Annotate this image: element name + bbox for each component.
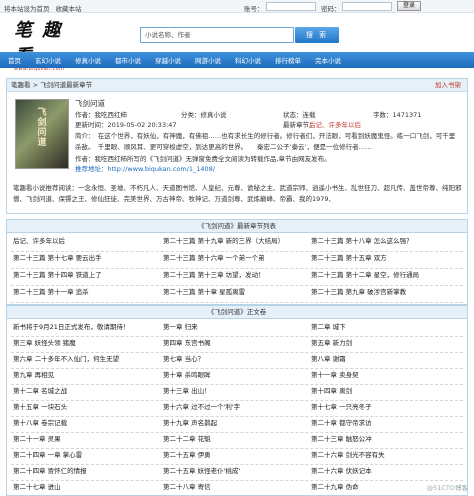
book-update-row: 更新时间：2019-05-02 20:33:47 最新章节： 后记、许多年以后 [75,120,461,131]
chapter-link[interactable]: 第八章 谢霜 [311,353,457,365]
chapter-link[interactable]: 第二十四章 贾怀仁的情报 [13,465,159,477]
chapter-link[interactable]: 第二十七章 进山 [13,481,159,493]
breadcrumb-home[interactable]: 笔趣看 [11,81,31,89]
account-input[interactable] [266,2,316,11]
nav-item-home[interactable]: 首页 [0,55,27,65]
search-input[interactable]: 小说名称、作者 [140,27,294,43]
search-button[interactable]: 搜 索 [295,27,339,43]
book-cover[interactable]: 飞剑问道 [15,99,69,169]
book-category: 分类：修真小说 [181,110,227,119]
account-label: 账号： [244,5,264,13]
chapter-link[interactable]: 第六章 二十多年不入仙门，何生无望 [13,353,159,365]
chapter-link[interactable]: 第二十六章 伏妖记本 [311,465,457,477]
set-homepage-link[interactable]: 将本站设为首页 [4,5,50,13]
add-favorite-link[interactable]: 收藏本站 [56,5,82,13]
nav-item-ranking[interactable]: 排行榜单 [267,55,307,65]
nav-item-wangyou[interactable]: 网游小说 [187,55,227,65]
book-info-panel: 笔趣看 > 飞剑问道最新章节 加入书架 飞剑问道 飞剑问道 作者：我吃西红柿 分… [6,78,468,214]
nav-item-chuanyue[interactable]: 穿越小说 [147,55,187,65]
chapter-link[interactable]: 后记、许多年以后 [13,235,159,247]
chapter-link[interactable]: 第二十三篇 第十七章 要云出手 [13,252,159,264]
chapter-link[interactable]: 第十三章 出山！ [163,385,309,397]
top-links: 将本站设为首页 收藏本站 [4,3,88,13]
latest-chapter-link[interactable]: 后记、许多年以后 [309,120,361,131]
chapter-link[interactable]: 第二十六章 剑光不容有失 [311,449,457,461]
login-button[interactable]: 登录 [397,1,421,11]
chapter-link[interactable]: 第二十八章 寄信 [163,481,309,493]
nav-item-xiuzhen[interactable]: 修真小说 [67,55,107,65]
watermark: @51CTO博客 [426,484,468,492]
book-recommend-url[interactable]: 推荐地址：http://www.biqukan.com/1_1408/ [75,164,461,175]
header: 笔 趣 看 www.biqukan.com 小说名称、作者 搜 索 [0,13,474,72]
chapter-link[interactable]: 第九章 再相见 [13,369,159,381]
cover-title: 飞剑问道 [37,108,47,148]
book-status: 状态：连载 [283,110,316,119]
chapter-link[interactable]: 第五章 新力剑 [311,337,457,349]
chapter-link[interactable]: 第二十章 都守帝求访 [311,417,457,429]
row-divider [11,302,463,303]
book-author: 作者：我吃西红柿 [75,110,127,119]
chapter-link[interactable]: 第四章 东宫书阁 [163,337,309,349]
chapter-link[interactable]: 第二十五章 妖怪老仆'桃成' [163,465,309,477]
chapter-link[interactable]: 第二十三篇 第十三章 坊望，发动！ [163,269,309,281]
main-nav: 首页 玄幻小说 修真小说 都市小说 穿越小说 网游小说 科幻小说 排行榜单 完本… [0,52,474,68]
top-bar: 将本站设为首页 收藏本站 账号： 密码： 登录 [0,0,474,13]
chapter-link[interactable]: 第十章 杀鸣眼眸 [163,369,309,381]
chapter-link[interactable]: 第一章 归来 [163,321,309,333]
chapter-link[interactable]: 第十二章 名城之战 [13,385,159,397]
nav-item-kehuan[interactable]: 科幻小说 [227,55,267,65]
chapter-link[interactable]: 第二十三篇 第十八章 怎么这么强？ [311,235,457,247]
breadcrumb: 笔趣看 > 飞剑问道最新章节 加入书架 [7,79,467,92]
chapter-link[interactable]: 第二十三篇 第十九章 新的三界（大结局） [163,235,309,247]
chapter-link[interactable]: 第二十三篇 第十五章 双方 [311,252,457,264]
nav-item-finished[interactable]: 完本小说 [307,55,347,65]
chapter-link[interactable]: 第二十三章 触怒公冲 [311,433,457,445]
chapter-link[interactable]: 第二十三篇 第十六章 一个弟一个弟 [163,252,309,264]
chapter-link[interactable]: 第十四章 离剑 [311,385,457,397]
book-intro-line: 作者：我吃西红柿所写的《飞剑问道》无弹窗免费全文阅读为转载作品,章节由网友发布。 [75,154,331,163]
main-section-title: 《飞剑问道》正文卷 [6,305,468,319]
chapter-link[interactable]: 第二十三篇 第十四章 铁道上了 [13,269,159,281]
chapter-link[interactable]: 第十九章 声名鹊起 [163,417,309,429]
latest-chapter-list: 后记、许多年以后 第二十三篇 第十九章 新的三界（大结局） 第二十三篇 第十八章 怎… [6,233,468,305]
chapter-link[interactable]: 第十六章 过不过一个'利'字 [163,401,309,413]
nav-item-dushi[interactable]: 都市小说 [107,55,147,65]
site-logo[interactable]: 笔 趣 看 www.biqukan.com [14,16,76,72]
chapter-link[interactable]: 第二章 城下 [311,321,457,333]
nav-item-xuanhuan[interactable]: 玄幻小说 [27,55,67,65]
book-details: 飞剑问道 作者：我吃西红柿 分类：修真小说 状态：连载 字数：1471371 更… [75,99,461,175]
chapter-link[interactable]: 第二十三篇 第十章 星孤离雷 [163,286,309,298]
chapter-link[interactable]: 第七章 当心？ [163,353,309,365]
related-books: 笔趣看小说推荐阅读：一念永恒、圣墟、不朽凡人、天道图书馆、人皇纪、元尊、诡秘之主… [13,184,462,203]
chapter-link[interactable]: 第二十三篇 第九章 破涉宫新掌教 [311,286,457,298]
chapter-link[interactable]: 第二十四章 一章 掌心雷 [13,449,159,461]
chapter-link[interactable]: 第十八章 卷宗记载 [13,417,159,429]
chapter-link[interactable]: 第十一章 卖身契 [311,369,457,381]
password-input[interactable] [342,2,392,11]
latest-section-title: 《飞剑问道》最新章节列表 [6,219,468,233]
password-label: 密码： [321,5,341,13]
chapter-link[interactable]: 第三章 妖怪头领 猪魔 [13,337,159,349]
book-description: 简介： 在这个世界，有妖仙，有神魔，有佛祖……也有求长生的修行者。修行者们，开法… [75,131,456,151]
add-bookshelf-link[interactable]: 加入书架 [435,79,461,91]
chapter-link[interactable]: 第十五章 一块石头 [13,401,159,413]
chapter-link[interactable]: 第二十三篇 第十一章 追杀 [13,286,159,298]
book-updated: 更新时间：2019-05-02 20:33:47 [75,121,177,129]
book-meta-row: 作者：我吃西红柿 分类：修真小说 状态：连载 字数：1471371 [75,110,461,121]
chapter-link[interactable]: 第二十三篇 第十二章 星空，修行通局 [311,269,457,281]
main-chapter-list: 新书将于9月21日正式发布，敬请期待！ 第一章 归来 第二章 城下第三章 妖怪头领 … [6,319,468,496]
breadcrumb-current: 飞剑问道最新章节 [40,81,93,89]
chapter-link[interactable]: 第二十一章 灵果 [13,433,159,445]
book-words: 字数：1471371 [373,110,422,119]
chapter-link[interactable]: 第二十二章 花魁 [163,433,309,445]
chapter-link[interactable]: 第二十五章 伊勇 [163,449,309,461]
chapter-link[interactable]: 第十七章 一只亮冬子 [311,401,457,413]
chapter-link[interactable]: 新书将于9月21日正式发布，敬请期待！ [13,321,159,333]
breadcrumb-separator: > [30,81,41,89]
book-title: 飞剑问道 [75,99,105,108]
